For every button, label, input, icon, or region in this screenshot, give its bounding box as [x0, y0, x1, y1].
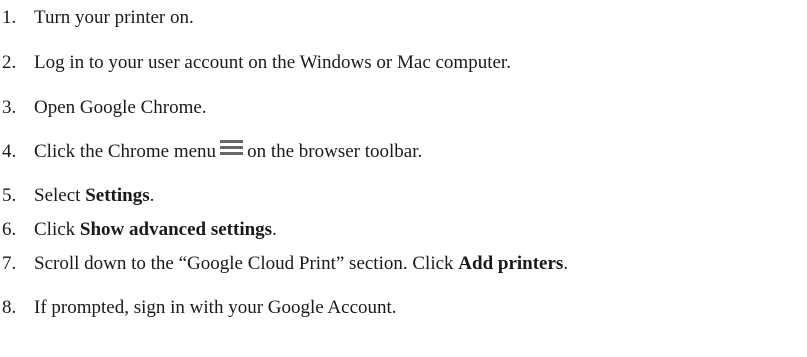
instruction-list: 1. Turn your printer on. 2. Log in to yo… [0, 0, 807, 357]
step-number: 7. [2, 253, 17, 274]
step-number: 8. [2, 297, 17, 318]
step-text: Select Settings. [34, 183, 154, 209]
step-number: 2. [2, 52, 17, 73]
step-bold-term: Show advanced settings [79, 219, 273, 240]
step-text-before: Scroll down to the “Google Cloud Print” … [34, 253, 459, 274]
step-text-before: Click [34, 219, 80, 240]
step-text-after: . [563, 253, 569, 274]
step-text: Log in to your user account on the Windo… [34, 52, 511, 73]
step-number: 4. [2, 141, 17, 162]
menu-icon [220, 139, 244, 158]
step-text: Scroll down to the “Google Cloud Print” … [34, 251, 568, 277]
step-text: Click the Chrome menu on the browser tool… [34, 139, 422, 165]
step-bold-term: Settings [85, 185, 150, 206]
step-bold-term: Add printers [458, 253, 564, 274]
step-text-after: on the browser toolbar. [247, 141, 423, 162]
step-text-after: . [149, 185, 155, 206]
step-number: 3. [2, 97, 17, 118]
step-number: 5. [2, 185, 17, 206]
step-text-before: Select [34, 185, 86, 206]
step-text-after: . [272, 219, 277, 240]
step-number: 1. [2, 7, 17, 28]
step-text: Turn your printer on. [34, 7, 194, 28]
step-text: If prompted, sign in with your Google Ac… [34, 297, 397, 318]
step-text-before: Click the Chrome menu [34, 141, 217, 162]
step-text: Click Show advanced settings. [34, 217, 277, 243]
step-text: Open Google Chrome. [34, 97, 207, 118]
step-number: 6. [2, 219, 17, 240]
